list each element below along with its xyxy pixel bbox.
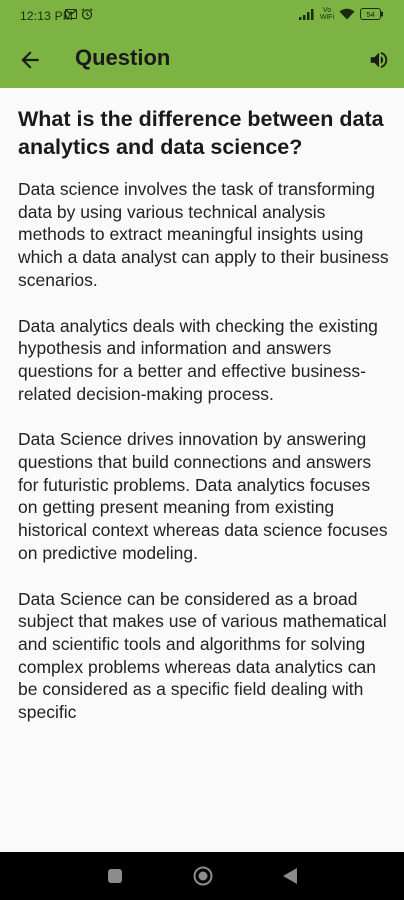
answer-paragraph: Data science involves the task of transf… — [18, 179, 389, 290]
home-icon[interactable] — [193, 866, 213, 886]
volte-label-top: Vo — [322, 7, 332, 14]
alarm-icon — [81, 8, 93, 20]
battery-level: 54 — [366, 10, 374, 19]
answer-text: Data science involves the task of transf… — [18, 178, 390, 747]
volte-label-bottom: WiFi — [320, 14, 334, 21]
gmail-icon — [65, 9, 77, 19]
status-bar: 12:13 PM Vo WiFi 54 — [0, 0, 404, 31]
volume-icon[interactable] — [368, 49, 390, 71]
battery-icon: 54 — [360, 8, 383, 20]
system-nav-bar — [0, 852, 404, 900]
app-bar: Question — [0, 31, 404, 88]
recents-icon[interactable] — [108, 869, 122, 883]
answer-paragraph: Data Science can be considered as a broa… — [18, 588, 387, 723]
signal-icon — [299, 8, 314, 20]
answer-paragraph: Data analytics deals with checking the e… — [18, 315, 378, 404]
page-title: Question — [75, 45, 171, 70]
arrow-back-icon[interactable] — [17, 47, 43, 73]
wifi-icon — [339, 8, 355, 20]
answer-paragraph: Data Science drives innovation by answer… — [18, 429, 388, 563]
question-title: What is the difference between data anal… — [18, 107, 384, 159]
back-icon[interactable] — [282, 867, 298, 885]
status-left-icons — [65, 8, 93, 20]
question-content[interactable]: What is the difference between data anal… — [0, 88, 404, 852]
volte-icon: Vo WiFi — [320, 7, 334, 21]
status-right-icons: Vo WiFi 54 — [299, 7, 384, 21]
